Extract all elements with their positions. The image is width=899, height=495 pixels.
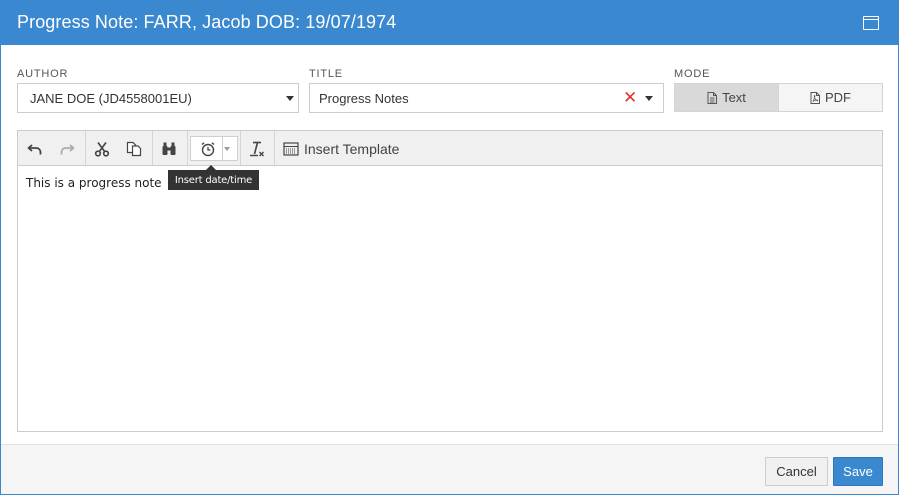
- insert-template-label: Insert Template: [304, 140, 400, 157]
- toolbar-separator: [274, 131, 275, 165]
- pdf-icon: [810, 91, 820, 104]
- toolbar-separator: [152, 131, 153, 165]
- split-divider: [222, 136, 223, 161]
- author-select[interactable]: JANE DOE (JD4558001EU): [17, 83, 299, 113]
- mode-label: MODE: [674, 68, 711, 80]
- clear-formatting-button[interactable]: [243, 136, 271, 161]
- copy-button[interactable]: [120, 136, 148, 161]
- mode-pdf-button[interactable]: PDF: [778, 84, 882, 111]
- editor-toolbar: Insert Template: [18, 131, 882, 166]
- redo-icon: [60, 143, 75, 154]
- copy-icon: [126, 141, 142, 156]
- insert-datetime-button[interactable]: [190, 136, 238, 161]
- insert-template-button[interactable]: Insert Template: [283, 136, 399, 161]
- cancel-button[interactable]: Cancel: [765, 457, 828, 486]
- tooltip: Insert date/time: [168, 165, 259, 190]
- chevron-down-icon[interactable]: [645, 96, 653, 101]
- maximize-icon[interactable]: [863, 16, 879, 30]
- title-label: TITLE: [309, 68, 343, 80]
- mode-text-label: Text: [722, 90, 746, 105]
- title-select[interactable]: Progress Notes ✕: [309, 83, 664, 113]
- clear-icon[interactable]: ✕: [623, 88, 637, 108]
- mode-pdf-label: PDF: [825, 90, 851, 105]
- dialog-title: Progress Note: FARR, Jacob DOB: 19/07/19…: [17, 12, 397, 32]
- dialog-titlebar: Progress Note: FARR, Jacob DOB: 19/07/19…: [1, 1, 898, 45]
- undo-button[interactable]: [21, 136, 49, 161]
- title-value: Progress Notes: [319, 91, 409, 106]
- editor-content[interactable]: This is a progress note: [26, 176, 162, 190]
- author-label: AUTHOR: [17, 68, 69, 80]
- progress-note-dialog: Progress Note: FARR, Jacob DOB: 19/07/19…: [0, 0, 899, 495]
- document-icon: [707, 91, 718, 104]
- rich-text-editor: Insert Template This is a progress note: [17, 130, 883, 432]
- binoculars-icon: [162, 142, 176, 155]
- chevron-down-icon[interactable]: [224, 147, 230, 151]
- author-value: JANE DOE (JD4558001EU): [30, 91, 192, 106]
- clear-format-icon: [250, 141, 264, 156]
- undo-icon: [27, 143, 42, 154]
- redo-button[interactable]: [53, 136, 81, 161]
- find-button[interactable]: [155, 136, 183, 161]
- mode-text-button[interactable]: Text: [675, 84, 778, 111]
- template-icon: [283, 141, 299, 156]
- cut-button[interactable]: [88, 136, 116, 161]
- toolbar-separator: [187, 131, 188, 165]
- save-button[interactable]: Save: [833, 457, 883, 486]
- toolbar-separator: [240, 131, 241, 165]
- scissors-icon: [94, 141, 110, 157]
- mode-toggle: Text PDF: [674, 83, 883, 112]
- dialog-footer: Cancel Save: [1, 444, 898, 494]
- toolbar-separator: [85, 131, 86, 165]
- clock-icon: [201, 141, 215, 156]
- chevron-down-icon: [286, 96, 294, 101]
